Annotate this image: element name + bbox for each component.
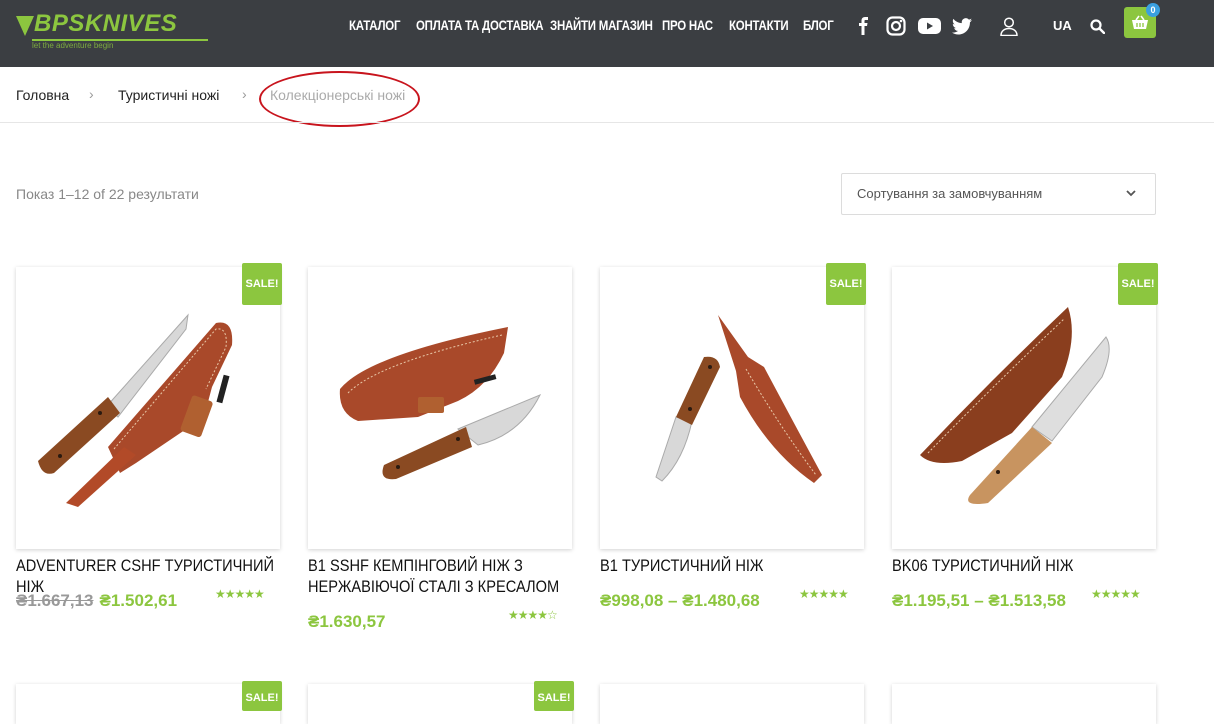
- breadcrumb-category[interactable]: Туристичні ножі: [118, 87, 219, 103]
- breadcrumb-separator-icon: ›: [89, 86, 94, 102]
- product-card-partial[interactable]: SALE!: [308, 681, 574, 724]
- logo-chevron-icon: [16, 16, 34, 36]
- sale-badge: SALE!: [1118, 263, 1158, 305]
- user-account-icon[interactable]: [998, 14, 1020, 38]
- language-switcher[interactable]: UA: [1053, 18, 1072, 33]
- result-count: Показ 1–12 of 22 результати: [16, 186, 199, 202]
- product-sale-price: ₴998,08 – ₴1.480,68: [600, 591, 760, 610]
- product-image[interactable]: SALE!: [600, 263, 866, 549]
- sale-badge: SALE!: [534, 681, 574, 711]
- nav-blog[interactable]: БЛОГ: [803, 17, 834, 33]
- facebook-icon[interactable]: [852, 14, 874, 38]
- site-header: BPSKNIVES let the adventure begin КАТАЛО…: [0, 0, 1214, 67]
- product-price: ₴1.667,13 ₴1.502,61: [16, 591, 177, 611]
- product-price: ₴1.195,51 – ₴1.513,58: [892, 591, 1066, 611]
- product-price: ₴998,08 – ₴1.480,68: [600, 591, 760, 611]
- basket-icon: [1132, 15, 1148, 29]
- breadcrumb-separator-icon: ›: [242, 86, 247, 102]
- logo-tagline: let the adventure begin: [32, 41, 114, 50]
- product-image[interactable]: SALE!: [892, 263, 1158, 549]
- product-rating: ★★★★★: [215, 587, 265, 601]
- youtube-icon[interactable]: [917, 14, 941, 38]
- product-image[interactable]: SALE!: [16, 263, 282, 549]
- sale-badge: SALE!: [242, 263, 282, 305]
- twitter-icon[interactable]: [951, 14, 973, 38]
- product-price: ₴1.630,57: [308, 612, 386, 632]
- product-image[interactable]: [308, 267, 572, 549]
- instagram-icon[interactable]: [885, 14, 907, 38]
- product-rating: ★★★★☆: [508, 608, 558, 622]
- product-sale-price: ₴1.502,61: [99, 591, 178, 610]
- product-sale-price: ₴1.630,57: [308, 612, 386, 631]
- annotation-circle: [259, 71, 420, 127]
- cart-count-badge: 0: [1146, 3, 1160, 17]
- nav-catalog[interactable]: КАТАЛОГ: [349, 17, 400, 33]
- breadcrumb-home[interactable]: Головна: [16, 87, 69, 103]
- header-divider: [0, 122, 1214, 123]
- sort-select[interactable]: Сортування за замовчуванням: [841, 173, 1156, 215]
- chevron-down-icon: [1126, 190, 1136, 197]
- logo-text: BPSKNIVES: [34, 10, 178, 37]
- product-title[interactable]: BK06 ТУРИСТИЧНИЙ НІЖ: [892, 555, 1156, 576]
- product-title[interactable]: B1 ТУРИСТИЧНИЙ НІЖ: [600, 555, 864, 576]
- product-rating: ★★★★★: [1091, 587, 1141, 601]
- nav-contacts[interactable]: КОНТАКТИ: [729, 17, 789, 33]
- nav-payment-delivery[interactable]: ОПЛАТА ТА ДОСТАВКА: [416, 17, 544, 33]
- product-title[interactable]: B1 SSHF КЕМПІНГОВИЙ НІЖ З НЕРЖАВІЮЧОЇ СТ…: [308, 555, 572, 597]
- nav-about[interactable]: ПРО НАС: [662, 17, 713, 33]
- product-sale-price: ₴1.195,51 – ₴1.513,58: [892, 591, 1066, 610]
- site-logo[interactable]: BPSKNIVES let the adventure begin: [16, 10, 208, 50]
- sale-badge: SALE!: [826, 263, 866, 305]
- nav-find-store[interactable]: ЗНАЙТИ МАГАЗИН: [550, 17, 653, 33]
- product-card-partial[interactable]: [600, 684, 864, 724]
- product-card-partial[interactable]: [892, 684, 1156, 724]
- search-icon[interactable]: [1086, 14, 1108, 38]
- sale-badge: SALE!: [242, 681, 282, 711]
- product-rating: ★★★★★: [799, 587, 849, 601]
- product-old-price: ₴1.667,13: [16, 591, 94, 610]
- sort-select-value: Сортування за замовчуванням: [857, 186, 1043, 201]
- product-card-partial[interactable]: SALE!: [16, 681, 282, 724]
